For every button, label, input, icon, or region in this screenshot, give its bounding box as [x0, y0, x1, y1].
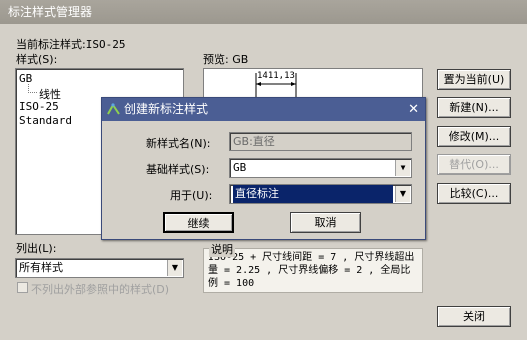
use-for-select[interactable]: 直径标注 ▼	[229, 184, 412, 204]
close-icon[interactable]: ✕	[408, 98, 419, 121]
exclude-xref-label: 不列出外部参照中的样式(D)	[31, 283, 170, 296]
list-filter-label: 列出(L):	[16, 242, 57, 255]
style-item-standard[interactable]: Standard	[19, 114, 72, 127]
base-style-label: 基础样式(S):	[146, 163, 210, 176]
new-name-label: 新样式名(N):	[146, 137, 211, 150]
continue-button[interactable]: 继续	[163, 212, 234, 233]
current-style: 当前标注样式:ISO-25	[16, 36, 125, 52]
description-box: ISO-25 + 尺寸线间距 = 7 , 尺寸界线超出量 = 2.25 , 尺寸…	[203, 248, 423, 293]
dimension-preview-graphic	[255, 73, 297, 97]
use-for-value: 直径标注	[233, 185, 393, 203]
dialog-title: 创建新标注样式	[124, 102, 209, 116]
description-label: 说明	[209, 241, 235, 257]
style-item-iso25[interactable]: ISO-25	[19, 100, 59, 113]
modify-button[interactable]: 修改(M)...	[437, 126, 511, 147]
exclude-xref-checkbox[interactable]	[17, 282, 28, 293]
window-title: 标注样式管理器	[8, 5, 93, 19]
dimension-style-icon	[107, 103, 120, 115]
list-filter-value: 所有样式	[19, 261, 63, 274]
styles-list-label: 样式(S):	[16, 53, 58, 66]
base-style-select[interactable]: GB ▼	[229, 158, 412, 178]
current-style-value: ISO-25	[85, 38, 126, 51]
new-name-input[interactable]: GB:直径	[229, 132, 412, 151]
override-button[interactable]: 替代(O)...	[437, 154, 511, 175]
set-current-button[interactable]: 置为当前(U)	[437, 69, 511, 90]
chevron-down-icon[interactable]: ▼	[167, 260, 182, 276]
create-style-dialog: 创建新标注样式 ✕ 新样式名(N): GB:直径 基础样式(S): GB ▼ 用…	[101, 97, 426, 240]
preview-label: 预览: GB	[203, 53, 249, 66]
description-text: ISO-25 + 尺寸线间距 = 7 , 尺寸界线超出量 = 2.25 , 尺寸…	[208, 252, 415, 289]
chevron-down-icon[interactable]: ▼	[395, 160, 410, 176]
current-style-label: 当前标注样式:	[16, 38, 86, 51]
window-title-bar: 标注样式管理器	[0, 0, 527, 24]
use-for-label: 用于(U):	[170, 189, 213, 202]
tree-connector	[28, 84, 37, 93]
cancel-button[interactable]: 取消	[290, 212, 361, 233]
list-filter-select[interactable]: 所有样式 ▼	[15, 258, 184, 278]
close-button[interactable]: 关闭	[437, 306, 511, 327]
chevron-down-icon[interactable]: ▼	[395, 186, 410, 202]
dialog-title-bar[interactable]: 创建新标注样式 ✕	[102, 98, 425, 121]
new-style-button[interactable]: 新建(N)...	[437, 97, 511, 118]
preview-dimension-text: 1411,13	[257, 71, 295, 81]
base-style-value: GB	[233, 161, 247, 174]
compare-button[interactable]: 比较(C)...	[437, 183, 511, 204]
